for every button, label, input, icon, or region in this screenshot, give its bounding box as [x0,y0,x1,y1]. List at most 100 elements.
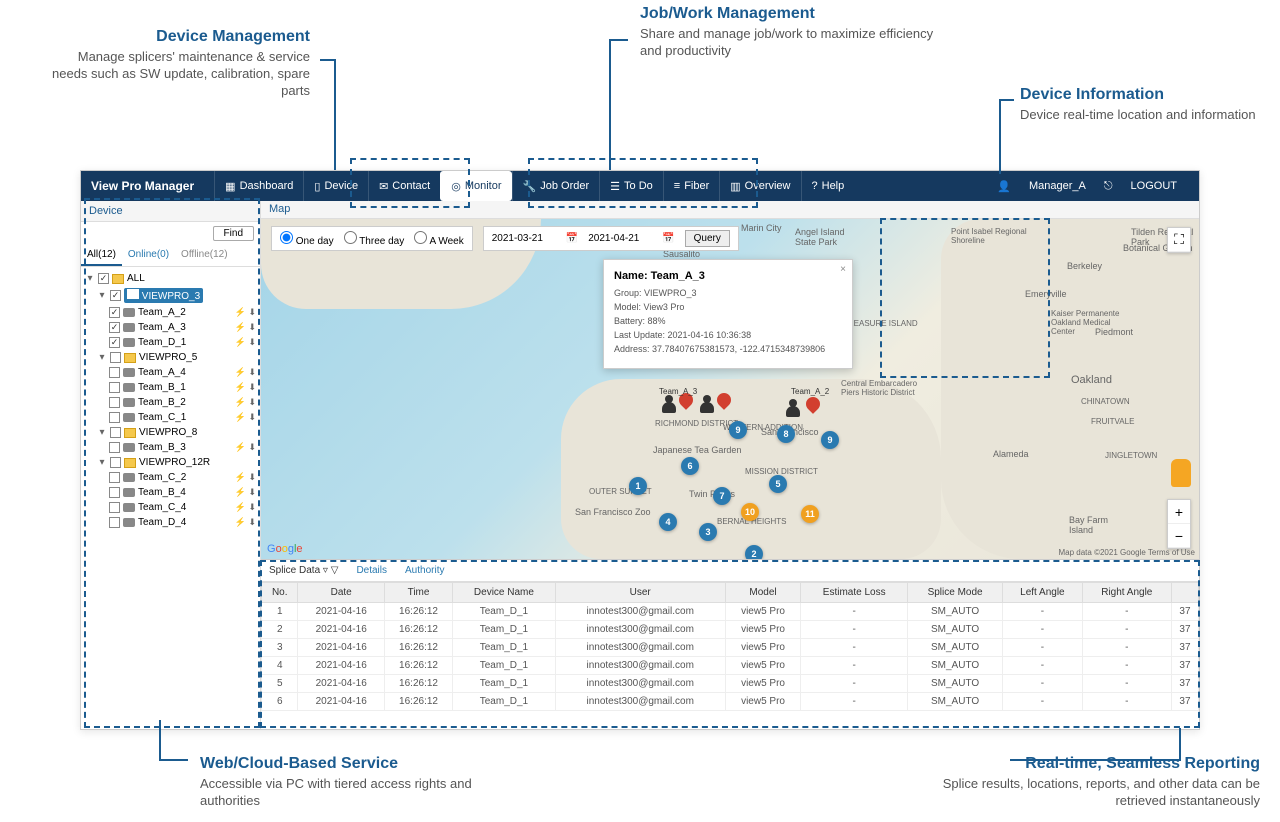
col-header[interactable]: Left Angle [1003,583,1082,603]
tree-device[interactable]: Team_C_1⚡ ⬇ [85,410,256,425]
user-name: Manager_A [1029,180,1086,192]
person-marker[interactable] [699,395,715,413]
tree-group[interactable]: ▾ VIEWPRO_5 [85,350,256,365]
tree-device[interactable]: Team_C_4⚡ ⬇ [85,500,256,515]
cluster-marker[interactable]: 11 [801,505,819,523]
label-alameda: Alameda [993,449,1029,459]
tree-all[interactable]: ▾ ALL [85,271,256,286]
table-row[interactable]: 12021-04-1616:26:12Team_D_1innotest300@g… [262,603,1199,621]
popup-last-update: Last Update: 2021-04-16 10:36:38 [614,330,842,340]
tab-splice-data[interactable]: Splice Data ▿ ▽ [269,565,338,576]
nav-todo[interactable]: ☰To Do [599,171,663,201]
cluster-marker[interactable]: 4 [659,513,677,531]
col-header[interactable]: Splice Mode [908,583,1003,603]
nav: ▦Dashboard ▯Device ✉Contact ◎Monitor 🔧Jo… [214,171,854,201]
table-row[interactable]: 22021-04-1616:26:12Team_D_1innotest300@g… [262,621,1199,639]
col-header[interactable]: Time [384,583,452,603]
col-header[interactable]: Device Name [453,583,556,603]
cluster-marker[interactable]: 9 [821,431,839,449]
radio-three-day[interactable]: Three day [344,231,405,247]
popup-name: Name: Team_A_3 [614,270,842,282]
pin-marker[interactable] [679,393,693,413]
tree-device[interactable]: Team_B_2⚡ ⬇ [85,395,256,410]
fullscreen-button[interactable]: ⛶ [1168,228,1190,252]
tree-device[interactable]: Team_B_3⚡ ⬇ [85,440,256,455]
pin-marker[interactable] [717,393,731,413]
table-row[interactable]: 42021-04-1616:26:12Team_D_1innotest300@g… [262,657,1199,675]
close-icon[interactable]: × [840,264,846,275]
find-button[interactable]: Find [213,226,254,241]
table-row[interactable]: 52021-04-1616:26:12Team_D_1innotest300@g… [262,675,1199,693]
tree-device[interactable]: Team_D_1⚡ ⬇ [85,335,256,350]
nav-overview[interactable]: ▥Overview [719,171,800,201]
tab-all[interactable]: All(12) [81,245,122,266]
cluster-marker[interactable]: 6 [681,457,699,475]
tree-device[interactable]: Team_B_4⚡ ⬇ [85,485,256,500]
tree-device[interactable]: Team_A_2⚡ ⬇ [85,305,256,320]
cluster-marker[interactable]: 7 [713,487,731,505]
person-marker[interactable] [785,399,801,417]
cluster-marker[interactable]: 10 [741,503,759,521]
label-oakland: Oakland [1071,374,1112,386]
radio-one-day[interactable]: One day [280,231,334,247]
popup-model: Model: View3 Pro [614,302,842,312]
radio-a-week[interactable]: A Week [414,231,464,247]
map[interactable]: San Francisco Oakland Berkeley Alameda M… [261,219,1199,559]
nav-fiber[interactable]: ≡Fiber [663,171,719,201]
tree-device[interactable]: Team_A_3⚡ ⬇ [85,320,256,335]
tree-group[interactable]: ▾ VIEWPRO_12R [85,455,256,470]
callout-realtime: Real-time, Seamless Reporting Splice res… [920,755,1260,810]
zoom-in-button[interactable]: + [1168,500,1190,524]
col-header[interactable] [1171,583,1198,603]
cluster-marker[interactable]: 5 [769,475,787,493]
cluster-marker[interactable]: 2 [745,545,763,559]
tree-device[interactable]: Team_D_4⚡ ⬇ [85,515,256,530]
zoom-out-button[interactable]: − [1168,524,1190,548]
nav-monitor[interactable]: ◎Monitor [440,171,511,201]
person-marker[interactable] [661,395,677,413]
tree-group[interactable]: ▾ VIEWPRO_8 [85,425,256,440]
col-header[interactable]: No. [262,583,298,603]
table-row[interactable]: 32021-04-1616:26:12Team_D_1innotest300@g… [262,639,1199,657]
cluster-marker[interactable]: 8 [777,425,795,443]
logout-link[interactable]: LOGOUT [1131,180,1177,192]
filter-icon[interactable]: ▿ [323,565,328,576]
calendar-icon[interactable]: 📅 [566,233,578,244]
table-row[interactable]: 62021-04-1616:26:12Team_D_1innotest300@g… [262,693,1199,711]
logout-icon: ⎋ [1104,180,1113,193]
google-logo: Google [267,543,303,555]
tab-details[interactable]: Details [356,565,387,576]
nav-dashboard[interactable]: ▦Dashboard [214,171,303,201]
col-header[interactable]: Date [298,583,384,603]
tree-group[interactable]: ▾ VIEWPRO_3 [85,286,256,305]
query-button[interactable]: Query [685,230,730,247]
tree-device[interactable]: Team_C_2⚡ ⬇ [85,470,256,485]
nav-help[interactable]: ?Help [801,171,855,201]
nav-joborder[interactable]: 🔧Job Order [512,171,600,201]
tree-device[interactable]: Team_B_1⚡ ⬇ [85,380,256,395]
cluster-marker[interactable]: 3 [699,523,717,541]
col-header[interactable]: Estimate Loss [801,583,908,603]
col-header[interactable]: Right Angle [1082,583,1171,603]
tab-online[interactable]: Online(0) [122,245,175,266]
pin-marker[interactable] [806,397,820,417]
fullscreen-control: ⛶ [1167,227,1191,253]
nav-contact[interactable]: ✉Contact [368,171,440,201]
col-header[interactable]: User [555,583,725,603]
cluster-marker[interactable]: 9 [729,421,747,439]
tree-device[interactable]: Team_A_4⚡ ⬇ [85,365,256,380]
tab-offline[interactable]: Offline(12) [175,245,234,266]
tab-authority[interactable]: Authority [405,565,444,576]
date-to-input[interactable] [588,233,652,244]
label-marin: Marin City [741,223,782,233]
pegman-icon[interactable] [1171,459,1191,487]
date-from-input[interactable] [492,233,556,244]
calendar-icon[interactable]: 📅 [662,233,674,244]
device-tabs: All(12) Online(0) Offline(12) [81,245,260,267]
label-kaiser: Kaiser Permanente Oakland Medical Center [1051,309,1131,336]
cluster-marker[interactable]: 1 [629,477,647,495]
nav-device[interactable]: ▯Device [303,171,368,201]
col-header[interactable]: Model [725,583,801,603]
funnel-icon[interactable]: ▽ [331,565,339,576]
time-range-radios: One day Three day A Week [271,226,473,251]
